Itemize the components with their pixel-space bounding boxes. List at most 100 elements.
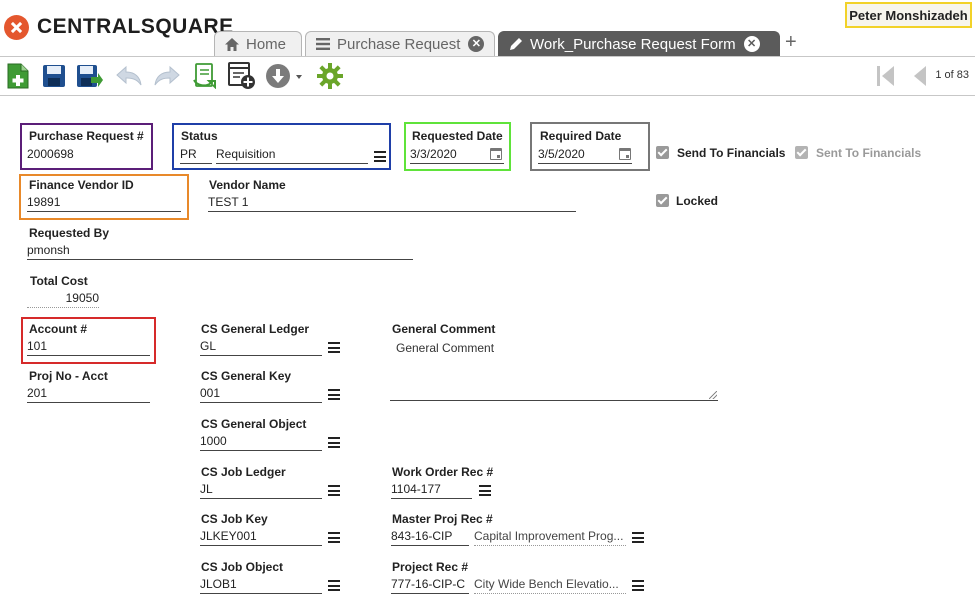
- requested-by-field[interactable]: pmonsh: [27, 243, 413, 260]
- locked-label: Locked: [676, 194, 719, 208]
- close-icon[interactable]: ✕: [743, 36, 760, 52]
- vendor-name-label: Vendor Name: [209, 178, 286, 192]
- cs-general-object-label: CS General Object: [201, 417, 307, 431]
- purchase-request-field[interactable]: 2000698: [27, 147, 147, 164]
- status-description-field: Requisition: [216, 147, 368, 164]
- sent-to-financials-label: Sent To Financials: [816, 146, 922, 160]
- tab-home-label: Home: [246, 35, 287, 53]
- total-cost-field: 19050: [27, 291, 99, 308]
- requested-by-label: Requested By: [29, 226, 110, 240]
- cs-general-object-menu-icon[interactable]: [328, 437, 340, 448]
- tab-work-purchase-request-form[interactable]: Work_Purchase Request Form ✕: [498, 31, 780, 56]
- requested-date-label: Requested Date: [412, 129, 503, 143]
- save-button[interactable]: [40, 62, 68, 90]
- account-label: Account #: [29, 322, 88, 336]
- project-rec-field[interactable]: 777-16-CIP-C: [391, 577, 469, 594]
- redo-icon: [154, 65, 180, 86]
- download-circle-icon: [266, 64, 302, 88]
- status-code-field[interactable]: PR: [180, 147, 212, 164]
- cs-general-key-menu-icon[interactable]: [328, 389, 340, 400]
- first-record-button[interactable]: [872, 62, 900, 90]
- close-icon[interactable]: ✕: [468, 36, 485, 52]
- centralsquare-logo[interactable]: CENTRALSQUARE: [4, 14, 234, 40]
- cs-job-ledger-menu-icon[interactable]: [328, 485, 340, 496]
- account-field[interactable]: 101: [27, 339, 150, 356]
- actions-dropdown-button[interactable]: [264, 62, 304, 90]
- work-order-rec-label: Work Order Rec #: [392, 465, 494, 479]
- finance-vendor-id-field[interactable]: 19891: [27, 195, 181, 212]
- cs-job-ledger-field[interactable]: JL: [200, 482, 322, 499]
- resize-handle-icon[interactable]: [709, 391, 717, 399]
- send-to-financials-label: Send To Financials: [677, 146, 786, 160]
- master-proj-rec-field[interactable]: 843-16-CIP: [391, 529, 469, 546]
- proj-no-acct-field[interactable]: 201: [27, 386, 150, 403]
- undo-button[interactable]: [115, 62, 143, 90]
- tab-bar: Home Purchase Request ✕ Work_Purchase Re…: [214, 31, 797, 56]
- work-order-rec-menu-icon[interactable]: [479, 485, 491, 496]
- cs-job-object-field[interactable]: JLOB1: [200, 577, 322, 594]
- cs-general-ledger-menu-icon[interactable]: [328, 342, 340, 353]
- form-add-icon: [228, 62, 255, 89]
- first-page-icon: [877, 66, 894, 86]
- cs-job-object-menu-icon[interactable]: [328, 580, 340, 591]
- master-proj-rec-menu-icon[interactable]: [632, 532, 644, 543]
- save-and-close-button[interactable]: [76, 62, 104, 90]
- sent-to-financials-checkbox: [795, 146, 808, 159]
- home-icon: [223, 36, 241, 52]
- cs-general-ledger-field[interactable]: GL: [200, 339, 322, 356]
- gear-icon: [317, 63, 343, 89]
- master-proj-rec-label: Master Proj Rec #: [392, 512, 493, 526]
- project-rec-label: Project Rec #: [392, 560, 469, 574]
- master-proj-rec-description: Capital Improvement Prog...: [474, 529, 626, 546]
- vendor-name-field[interactable]: TEST 1: [208, 195, 576, 212]
- tab-home[interactable]: Home: [214, 31, 302, 56]
- centralsquare-logo-icon: [4, 14, 29, 40]
- cs-general-object-field[interactable]: 1000: [200, 434, 322, 451]
- new-record-button[interactable]: [4, 62, 32, 90]
- tab-work-purchase-request-form-label: Work_Purchase Request Form: [530, 35, 736, 53]
- status-lookup-menu-icon[interactable]: [374, 151, 386, 162]
- undo-icon: [116, 65, 142, 86]
- work-order-rec-field[interactable]: 1104-177: [391, 482, 472, 499]
- document-refresh-icon: [193, 63, 216, 89]
- cs-general-key-field[interactable]: 001: [200, 386, 322, 403]
- status-label: Status: [181, 129, 218, 143]
- add-tab-button[interactable]: +: [785, 31, 797, 56]
- cs-general-key-label: CS General Key: [201, 369, 292, 383]
- document-refresh-button[interactable]: [190, 62, 218, 90]
- requested-date-calendar-icon[interactable]: [490, 148, 502, 160]
- general-comment-textarea[interactable]: General Comment: [390, 339, 718, 401]
- user-name[interactable]: Peter Monshizadeh: [845, 2, 972, 28]
- required-date-field[interactable]: 3/5/2020: [538, 147, 632, 164]
- purchase-request-label: Purchase Request #: [29, 129, 144, 143]
- brand-name: CENTRALSQUARE: [37, 15, 234, 38]
- cs-job-key-field[interactable]: JLKEY001: [200, 529, 322, 546]
- purchase-request-form: Purchase Request # 2000698 Status PR Req…: [0, 97, 975, 616]
- cs-job-key-label: CS Job Key: [201, 512, 268, 526]
- project-rec-menu-icon[interactable]: [632, 580, 644, 591]
- cs-job-object-label: CS Job Object: [201, 560, 284, 574]
- total-cost-label: Total Cost: [30, 274, 88, 288]
- previous-record-button[interactable]: [905, 62, 933, 90]
- required-date-label: Required Date: [540, 129, 622, 143]
- required-date-calendar-icon[interactable]: [619, 148, 631, 160]
- save-icon: [43, 65, 65, 87]
- redo-button[interactable]: [153, 62, 181, 90]
- tab-purchase-request-label: Purchase Request: [337, 35, 461, 53]
- locked-checkbox[interactable]: [656, 194, 669, 207]
- record-pager: 1 of 83: [935, 69, 969, 81]
- chevron-left-icon: [914, 66, 926, 86]
- finance-vendor-id-label: Finance Vendor ID: [29, 178, 134, 192]
- settings-button[interactable]: [316, 62, 344, 90]
- save-close-icon: [77, 65, 103, 87]
- send-to-financials-checkbox[interactable]: [656, 146, 669, 159]
- general-comment-text: General Comment: [396, 341, 495, 355]
- cs-general-ledger-label: CS General Ledger: [201, 322, 310, 336]
- top-bar: CENTRALSQUARE Peter Monshizadeh Home Pur…: [0, 0, 975, 56]
- cs-job-key-menu-icon[interactable]: [328, 532, 340, 543]
- toolbar: 1 of 83: [0, 56, 975, 96]
- general-comment-label: General Comment: [392, 322, 496, 336]
- proj-no-acct-label: Proj No - Acct: [29, 369, 108, 383]
- add-related-button[interactable]: [228, 62, 256, 90]
- tab-purchase-request[interactable]: Purchase Request ✕: [305, 31, 495, 56]
